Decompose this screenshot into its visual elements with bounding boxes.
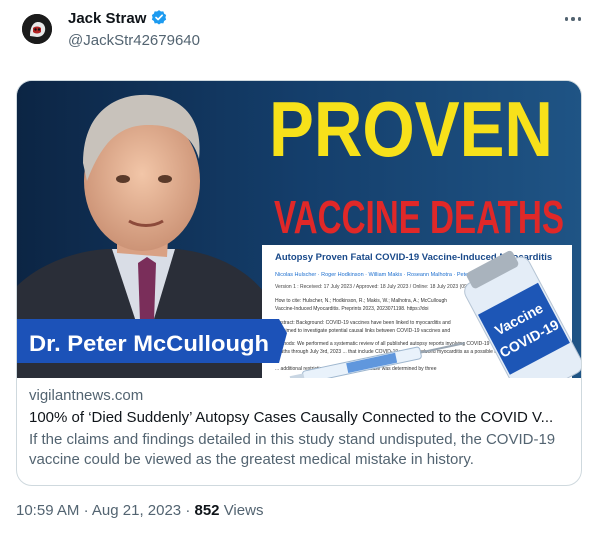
card-domain[interactable]: vigilantnews.com bbox=[29, 386, 571, 406]
gorilla-avatar-icon bbox=[22, 14, 52, 44]
paper-line-2: How to cite: Hulscher, N.; Hodkinson, R.… bbox=[275, 298, 447, 304]
more-options-button[interactable] bbox=[562, 10, 584, 28]
tweet-time[interactable]: 10:59 AM bbox=[16, 502, 79, 519]
views-label[interactable]: Views bbox=[224, 502, 264, 519]
paper-line-4: Abstract: Background: COVID-19 vaccines … bbox=[275, 320, 451, 326]
headline-vaccine-deaths: VACCINE DEATHS bbox=[274, 191, 564, 243]
more-dot bbox=[577, 17, 582, 21]
more-dot bbox=[571, 17, 575, 21]
meta-separator: · bbox=[83, 502, 89, 519]
meta-separator-2: · bbox=[185, 502, 191, 519]
man-eye-left bbox=[116, 175, 130, 183]
views-count[interactable]: 852 bbox=[195, 502, 220, 519]
more-horizontal-icon bbox=[564, 17, 569, 21]
author-name-row[interactable]: Jack Straw bbox=[68, 9, 168, 27]
paper-line-3: Vaccine-Induced Myocarditis. Preprints 2… bbox=[275, 306, 429, 312]
verified-badge-icon[interactable] bbox=[150, 9, 168, 27]
man-eye-right bbox=[158, 175, 172, 183]
card-title[interactable]: 100% of ‘Died Suddenly’ Autopsy Cases Ca… bbox=[29, 408, 571, 428]
link-preview-card[interactable]: PROVEN VACCINE DEATHS Autopsy Proven Fat… bbox=[16, 80, 582, 486]
tweet-meta: 10:59 AM · Aug 21, 2023 · 852 Views bbox=[16, 502, 263, 519]
paper-authors: Nicolas Hulscher · Roger Hodkinson · Wil… bbox=[275, 272, 483, 278]
tweet-date[interactable]: Aug 21, 2023 bbox=[92, 502, 181, 519]
author-display-name[interactable]: Jack Straw bbox=[68, 10, 146, 27]
card-text-block[interactable]: vigilantnews.com 100% of ‘Died Suddenly’… bbox=[29, 386, 571, 470]
author-avatar[interactable] bbox=[22, 14, 52, 44]
paper-line-1: Version 1 : Received: 17 July 2023 / App… bbox=[275, 284, 490, 290]
card-description[interactable]: If the claims and findings detailed in t… bbox=[29, 430, 571, 470]
headline-proven: PROVEN bbox=[269, 85, 553, 173]
card-thumbnail-image[interactable]: PROVEN VACCINE DEATHS Autopsy Proven Fat… bbox=[17, 81, 581, 378]
author-handle[interactable]: @JackStr42679640 bbox=[68, 32, 200, 49]
paper-line-5: we aimed to investigate potential causal… bbox=[275, 328, 450, 334]
name-banner-text: Dr. Peter McCullough bbox=[29, 331, 269, 356]
